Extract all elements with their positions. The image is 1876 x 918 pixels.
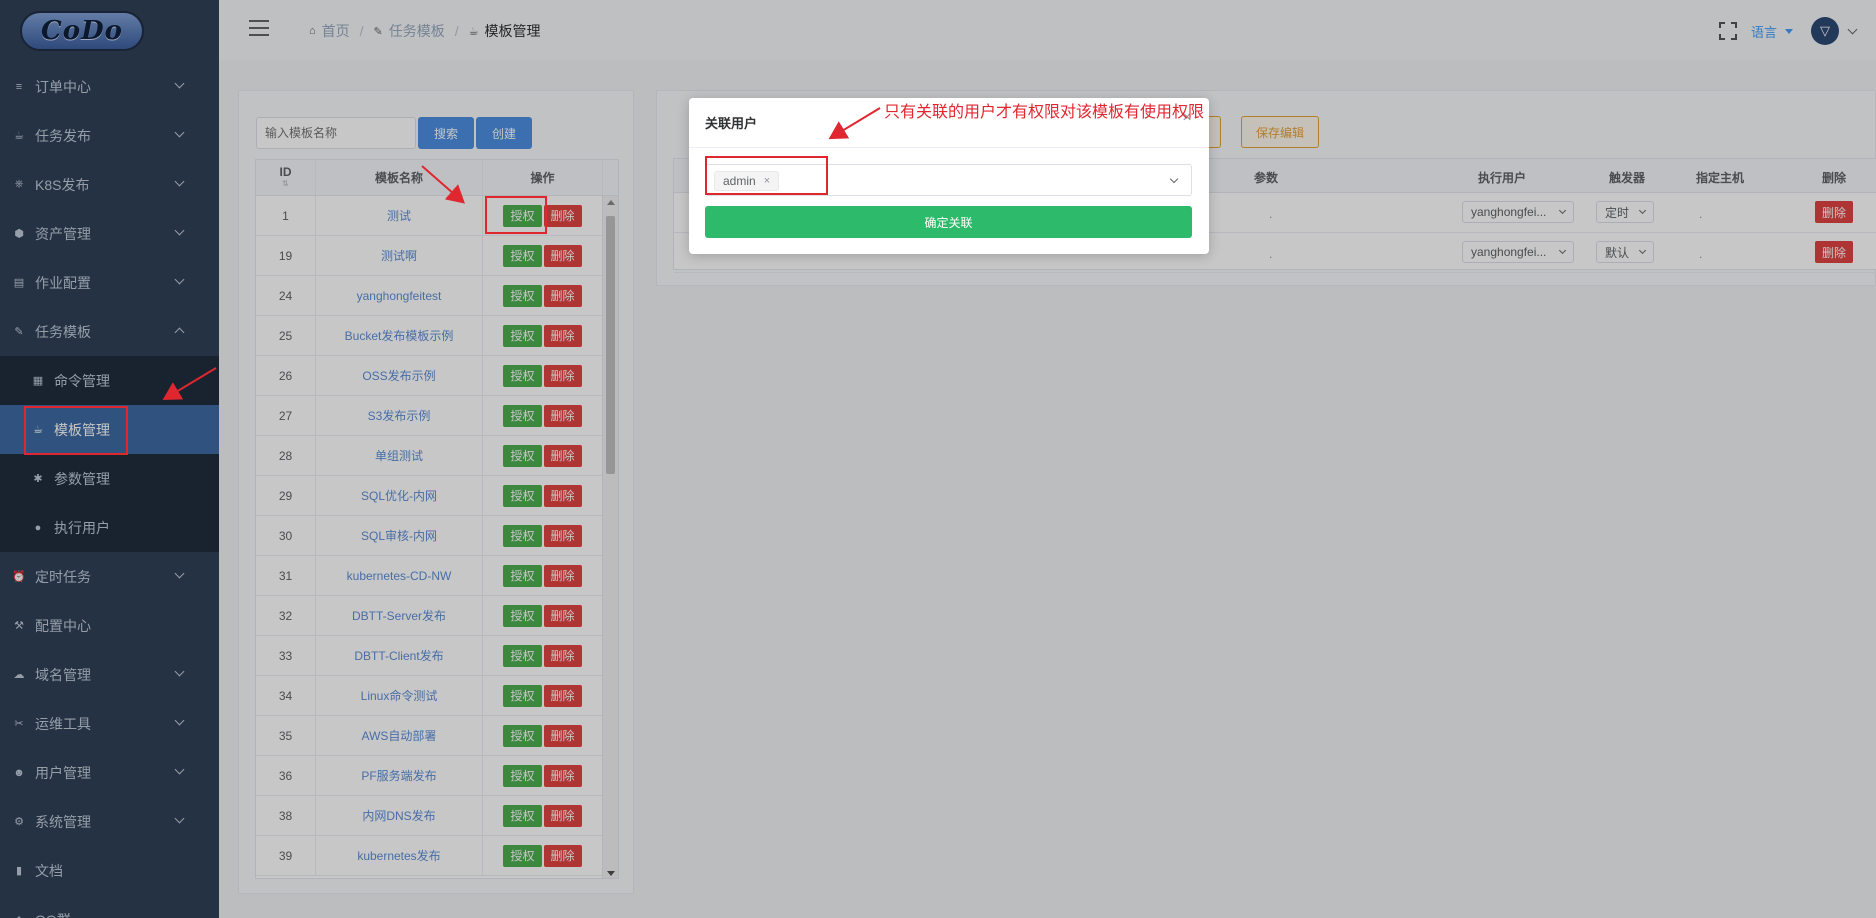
arrow-to-auth xyxy=(421,165,466,204)
arrow-to-tag xyxy=(828,107,881,140)
annotation-arrows xyxy=(162,107,881,401)
arrow-to-menu xyxy=(162,367,217,401)
